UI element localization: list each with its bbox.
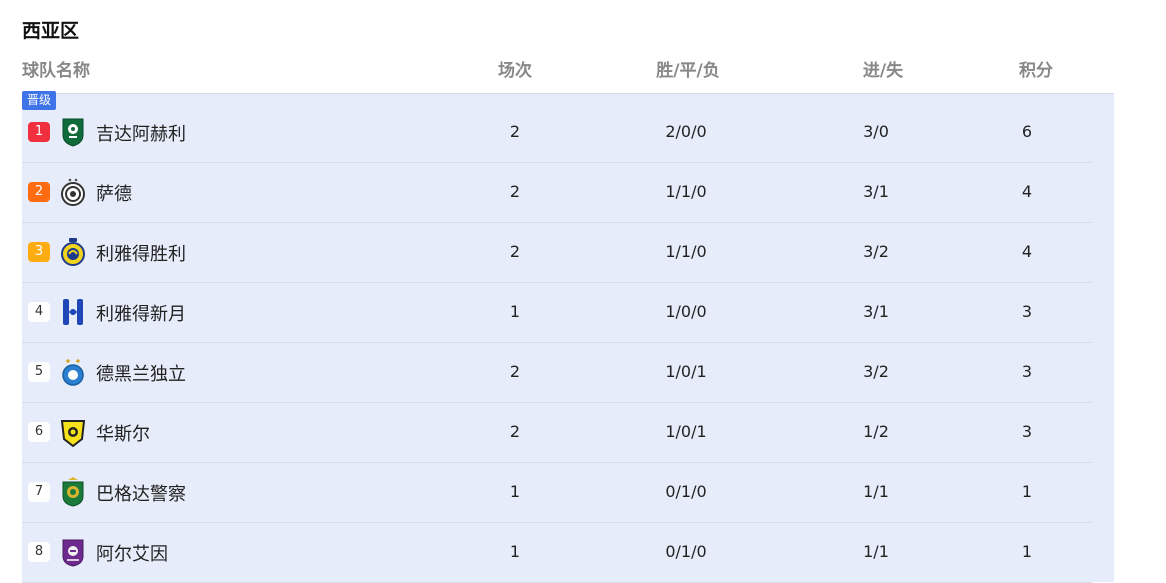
rank-badge: 5 <box>28 362 50 382</box>
table-row[interactable]: 6 华斯尔 2 1/0/1 1/2 3 <box>22 402 1092 463</box>
table-row[interactable]: 7 巴格达警察 1 0/1/0 1/1 1 <box>22 462 1092 523</box>
played-cell: 2 <box>509 122 521 141</box>
al-nassr-crest-icon <box>60 237 86 267</box>
goals-cell: 3/1 <box>863 302 889 321</box>
table-row[interactable]: 4 利雅得新月 1 1/0/0 3/1 3 <box>22 282 1092 343</box>
played-cell: 1 <box>509 302 521 321</box>
team-name[interactable]: 吉达阿赫利 <box>96 120 186 146</box>
rank-badge: 4 <box>28 302 50 322</box>
al-ahli-crest-icon <box>60 117 86 147</box>
goals-cell: 3/2 <box>863 362 889 381</box>
goals-cell: 3/1 <box>863 182 889 201</box>
header-points: 积分 <box>1019 61 1053 81</box>
header-played: 场次 <box>498 61 532 81</box>
wdl-cell: 1/1/0 <box>665 242 707 261</box>
header-team: 球队名称 <box>22 61 90 81</box>
goals-cell: 1/2 <box>863 422 889 441</box>
table-row[interactable]: 5 德黑兰独立 2 1/0/1 3/2 3 <box>22 342 1092 403</box>
points-cell: 3 <box>1021 422 1033 441</box>
rank-badge: 1 <box>28 122 50 142</box>
played-cell: 2 <box>509 422 521 441</box>
points-cell: 3 <box>1021 302 1033 321</box>
al-shorta-crest-icon <box>60 477 86 507</box>
team-name[interactable]: 利雅得新月 <box>96 300 186 326</box>
played-cell: 2 <box>509 182 521 201</box>
played-cell: 1 <box>509 482 521 501</box>
esteghlal-crest-icon <box>60 357 86 387</box>
rank-badge: 8 <box>28 542 50 562</box>
wdl-cell: 1/0/1 <box>665 422 707 441</box>
team-name[interactable]: 华斯尔 <box>96 420 150 446</box>
goals-cell: 1/1 <box>863 482 889 501</box>
al-wasl-crest-icon <box>60 417 86 448</box>
played-cell: 2 <box>509 242 521 261</box>
promotion-badge: 晋级 <box>22 91 57 110</box>
section-title: 西亚区 <box>22 20 80 42</box>
wdl-cell: 0/1/0 <box>665 542 707 561</box>
rank-badge: 7 <box>28 482 50 502</box>
team-name[interactable]: 德黑兰独立 <box>96 360 186 386</box>
rank-badge: 3 <box>28 242 50 262</box>
table-row[interactable]: 8 阿尔艾因 1 0/1/0 1/1 1 <box>22 522 1092 583</box>
al-hilal-crest-icon <box>60 297 86 327</box>
rank-badge: 2 <box>28 182 50 202</box>
wdl-cell: 2/0/0 <box>665 122 707 141</box>
wdl-cell: 1/1/0 <box>665 182 707 201</box>
team-name[interactable]: 阿尔艾因 <box>96 540 168 566</box>
al-ain-crest-icon <box>60 537 86 567</box>
points-cell: 1 <box>1021 482 1033 501</box>
goals-cell: 3/2 <box>863 242 889 261</box>
table-row[interactable]: 3 利雅得胜利 2 1/1/0 3/2 4 <box>22 222 1092 283</box>
header-wdl: 胜/平/负 <box>656 61 720 81</box>
team-name[interactable]: 巴格达警察 <box>96 480 186 506</box>
goals-cell: 1/1 <box>863 542 889 561</box>
wdl-cell: 0/1/0 <box>665 482 707 501</box>
points-cell: 1 <box>1021 542 1033 561</box>
points-cell: 6 <box>1021 122 1033 141</box>
points-cell: 3 <box>1021 362 1033 381</box>
team-name[interactable]: 萨德 <box>96 180 132 206</box>
header-goals: 进/失 <box>862 61 904 81</box>
rank-badge: 6 <box>28 422 50 442</box>
played-cell: 2 <box>509 362 521 381</box>
team-name[interactable]: 利雅得胜利 <box>96 240 186 266</box>
wdl-cell: 1/0/0 <box>665 302 707 321</box>
table-row[interactable]: 2 萨德 2 1/1/0 3/1 4 <box>22 162 1092 223</box>
points-cell: 4 <box>1021 242 1033 261</box>
wdl-cell: 1/0/1 <box>665 362 707 381</box>
table-row[interactable]: 1 吉达阿赫利 2 2/0/0 3/0 6 <box>22 102 1092 163</box>
points-cell: 4 <box>1021 182 1033 201</box>
table-header: 球队名称 场次 胜/平/负 进/失 积分 <box>22 54 1114 81</box>
played-cell: 1 <box>509 542 521 561</box>
al-sadd-crest-icon <box>60 177 86 207</box>
goals-cell: 3/0 <box>863 122 889 141</box>
